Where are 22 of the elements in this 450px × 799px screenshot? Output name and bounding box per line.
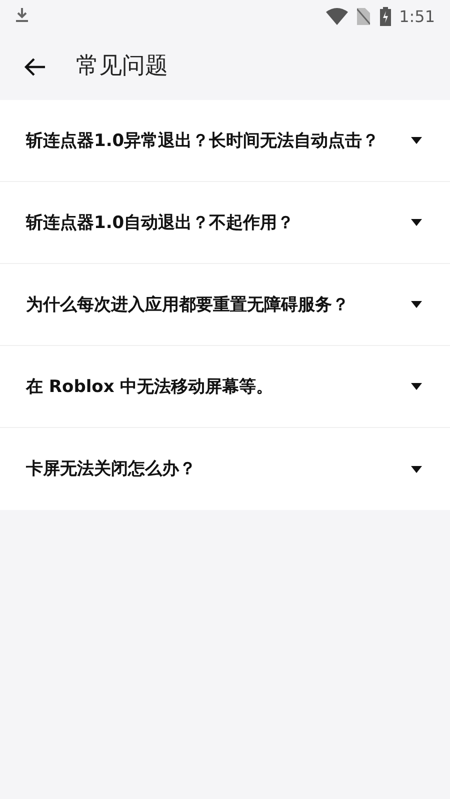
wifi-icon — [326, 8, 348, 25]
faq-question: 卡屏无法关闭怎么办？ — [26, 458, 197, 481]
faq-question: 在 Roblox 中无法移动屏幕等。 — [26, 376, 274, 398]
faq-item[interactable]: 斩连点器1.0异常退出？长时间无法自动点击？ — [0, 100, 450, 182]
faq-item[interactable]: 卡屏无法关闭怎么办？ — [0, 428, 450, 510]
caret-down-icon — [411, 219, 422, 226]
faq-question: 斩连点器1.0自动退出？不起作用？ — [26, 212, 296, 234]
no-sim-icon — [357, 8, 370, 25]
caret-down-icon — [411, 466, 422, 472]
caret-down-icon — [411, 301, 422, 308]
back-arrow-icon — [24, 58, 46, 76]
faq-question: 斩连点器1.0异常退出？长时间无法自动点击？ — [26, 130, 380, 152]
download-icon — [15, 6, 29, 22]
page-title: 常见问题 — [76, 52, 168, 82]
faq-item[interactable]: 在 Roblox 中无法移动屏幕等。 — [0, 346, 450, 428]
caret-down-icon — [411, 383, 422, 390]
faq-question: 为什么每次进入应用都要重置无障碍服务？ — [26, 294, 350, 316]
caret-down-icon — [411, 137, 422, 144]
faq-item[interactable]: 斩连点器1.0自动退出？不起作用？ — [0, 182, 450, 264]
battery-charging-icon — [380, 7, 392, 26]
faq-item[interactable]: 为什么每次进入应用都要重置无障碍服务？ — [0, 264, 450, 346]
status-time: 1:51 — [399, 6, 435, 28]
